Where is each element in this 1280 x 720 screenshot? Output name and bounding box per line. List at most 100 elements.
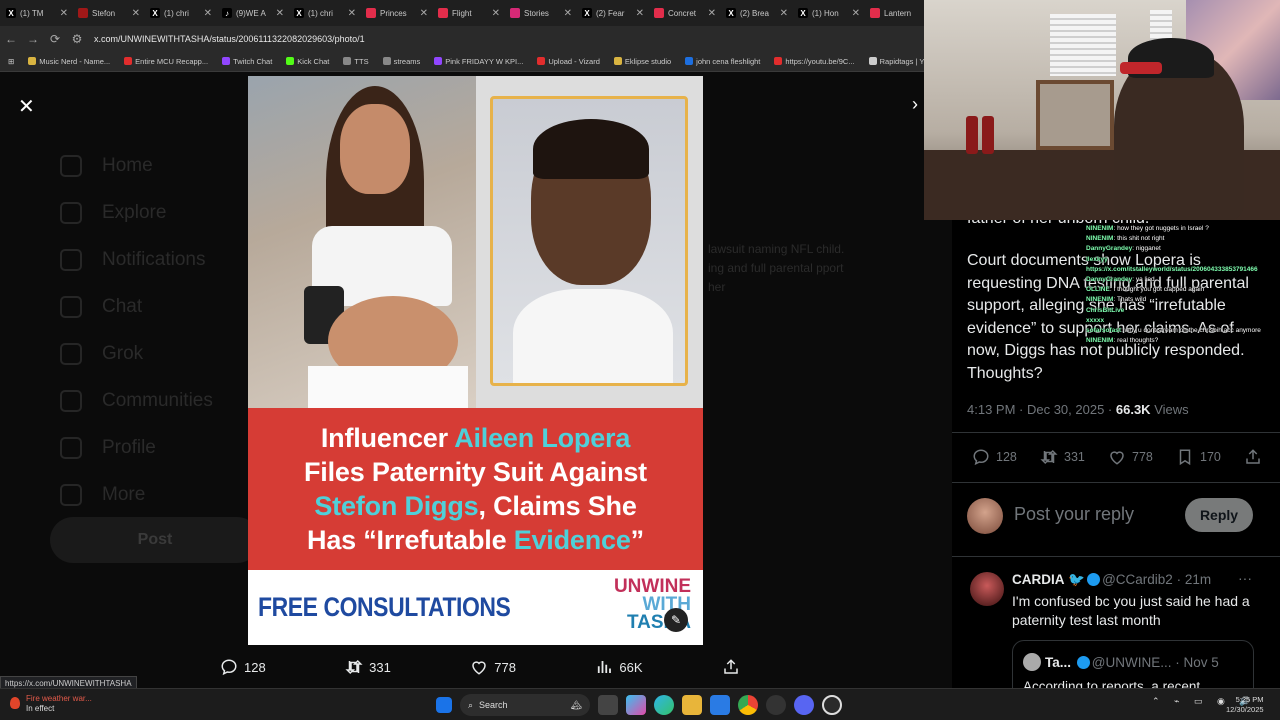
tab-label: Lantern	[884, 8, 912, 18]
weather-widget[interactable]: Fire weather war... In effect	[10, 694, 92, 714]
bookmark-item[interactable]: Eklipse studio	[613, 57, 671, 66]
task-view-icon[interactable]	[598, 695, 618, 715]
repost-count: 331	[369, 659, 391, 675]
close-tab-icon[interactable]: ✕	[420, 8, 428, 19]
reply-input[interactable]: Post your reply	[1014, 504, 1134, 525]
avatar[interactable]	[967, 498, 1003, 534]
post-meta: 4:13 PM · Dec 30, 2025 · 66.3K Views	[967, 402, 1189, 417]
close-tab-icon[interactable]: ✕	[132, 8, 140, 19]
reply-icon	[973, 449, 989, 466]
url-field[interactable]: x.com/UNWINEWITHTASHA/status/20061113220…	[94, 34, 365, 44]
fire-icon	[10, 697, 20, 709]
forward-icon[interactable]: →	[22, 32, 44, 46]
reply-count: 128	[996, 450, 1017, 464]
browser-tab[interactable]: X (2) Brea ✕	[720, 0, 792, 26]
bookmark-item[interactable]: TTS	[343, 57, 369, 66]
close-tab-icon[interactable]: ✕	[204, 8, 212, 19]
viewer-action-bar: 128 331 778 66K	[220, 656, 740, 678]
bookmark-item[interactable]: Rapidtags | You	[868, 57, 924, 66]
bookmark-label: Kick Chat	[297, 57, 330, 66]
close-tab-icon[interactable]: ✕	[564, 8, 572, 19]
chrome-icon[interactable]	[738, 695, 758, 715]
edit-image-icon[interactable]: ✎	[664, 608, 688, 632]
obs-icon[interactable]	[822, 695, 842, 715]
browser-tab[interactable]: Concret ✕	[648, 0, 720, 26]
taskbar-search[interactable]: ⌕ Search 🏔	[460, 694, 590, 716]
repost-action[interactable]: 331	[345, 658, 391, 676]
bookmark-item[interactable]: Music Nerd - Name...	[28, 57, 110, 66]
close-tab-icon[interactable]: ✕	[780, 8, 788, 19]
bookmark-item[interactable]: streams	[382, 57, 420, 66]
browser-tab[interactable]: Lantern✕	[864, 0, 924, 26]
close-tab-icon[interactable]: ✕	[636, 8, 644, 19]
browser-tab[interactable]: X (1) chri ✕	[144, 0, 216, 26]
bookmark-item[interactable]: Twitch Chat	[222, 57, 272, 66]
back-icon[interactable]: ←	[0, 32, 22, 46]
browser-tab[interactable]: X (1) chri ✕	[288, 0, 360, 26]
like-action[interactable]: 778	[1108, 448, 1153, 466]
webcam-overlay	[924, 0, 1280, 220]
browser-tab[interactable]: X (2) Fear ✕	[576, 0, 648, 26]
reply-action[interactable]: 128	[972, 448, 1017, 466]
browser-tab[interactable]: ♪ (9)WE A ✕	[216, 0, 288, 26]
avatar[interactable]	[970, 572, 1004, 606]
browser-tab[interactable]: Princes ✕	[360, 0, 432, 26]
share-action[interactable]	[1244, 448, 1262, 466]
man-photo	[490, 96, 688, 386]
close-icon[interactable]: ✕	[18, 94, 35, 119]
reply-action[interactable]: 128	[220, 658, 266, 676]
chat-username: OLLINE	[1086, 286, 1110, 294]
more-icon[interactable]: ···	[1238, 570, 1252, 586]
edge-icon[interactable]	[654, 695, 674, 715]
share-action[interactable]	[722, 658, 740, 676]
bookmark-item[interactable]: Pink FRIDAYY W KPI...	[434, 57, 523, 66]
close-tab-icon[interactable]: ✕	[492, 8, 500, 19]
post-image[interactable]: Influencer Aileen Lopera Files Paternity…	[248, 76, 703, 645]
chat-message: sofarsofast: why u dont stream on the ch…	[1086, 326, 1280, 336]
nav-icon	[60, 389, 82, 412]
clock[interactable]: 5:25 PM 12/30/2025	[1226, 695, 1264, 715]
browser-tab[interactable]: Stefon ✕	[72, 0, 144, 26]
site-info-icon[interactable]: ⚙	[66, 32, 88, 46]
close-tab-icon[interactable]: ✕	[708, 8, 716, 19]
browser-tab[interactable]: Flight ✕	[432, 0, 504, 26]
clock-time: 5:25 PM	[1235, 695, 1264, 704]
repost-action[interactable]: 331	[1040, 448, 1085, 466]
quoted-post[interactable]: Ta... @UNWINE... · Nov 5 According to re…	[1012, 640, 1254, 688]
bookmark-action[interactable]: 170	[1176, 448, 1221, 466]
reply-button[interactable]: Reply	[1185, 498, 1253, 532]
close-tab-icon[interactable]: ✕	[60, 8, 68, 19]
bookmark-item[interactable]: Upload - Vizard	[537, 57, 600, 66]
bookmark-item[interactable]: Kick Chat	[286, 57, 329, 66]
browser-tab[interactable]: X (1) Hon ✕	[792, 0, 864, 26]
windows-start-icon[interactable]	[436, 697, 452, 713]
close-tab-icon[interactable]: ✕	[852, 8, 860, 19]
app-icon[interactable]	[766, 695, 786, 715]
discord-icon[interactable]	[794, 695, 814, 715]
chat-username: DannyGrandey	[1086, 276, 1133, 284]
bookmark-item[interactable]: john cena fleshlight	[685, 57, 760, 66]
close-tab-icon[interactable]: ✕	[276, 8, 284, 19]
store-icon[interactable]	[710, 695, 730, 715]
tab-label: Princes	[380, 8, 407, 18]
reply-time[interactable]: 21m	[1185, 572, 1211, 587]
bookmark-label: TTS	[354, 57, 369, 66]
reply-author-handle[interactable]: @CCardib2	[1102, 572, 1173, 587]
views-action[interactable]: 66K	[595, 658, 643, 676]
apps-icon[interactable]: ⊞	[8, 57, 14, 66]
chevron-right-icon[interactable]: ›	[912, 94, 918, 115]
copilot-icon[interactable]	[626, 695, 646, 715]
bookmark-item[interactable]: https://youtu.be/9C...	[774, 57, 855, 66]
like-action[interactable]: 778	[470, 658, 516, 676]
close-tab-icon[interactable]: ✕	[348, 8, 356, 19]
reload-icon[interactable]: ⟳	[44, 32, 66, 46]
post-time[interactable]: 4:13 PM · Dec 30, 2025	[967, 402, 1104, 417]
file-explorer-icon[interactable]	[682, 695, 702, 715]
tab-favicon-icon: X	[798, 8, 808, 18]
reply-header: CARDIA 🐦 @CCardib2 · 21m	[1012, 572, 1212, 587]
browser-tab[interactable]: X (1) TM ✕	[0, 0, 72, 26]
banner-text: FREE CONSULTATIONS	[258, 592, 511, 622]
bookmark-item[interactable]: Entire MCU Recapp...	[124, 57, 208, 66]
reply-author-name[interactable]: CARDIA	[1012, 572, 1065, 587]
browser-tab[interactable]: Stories ✕	[504, 0, 576, 26]
